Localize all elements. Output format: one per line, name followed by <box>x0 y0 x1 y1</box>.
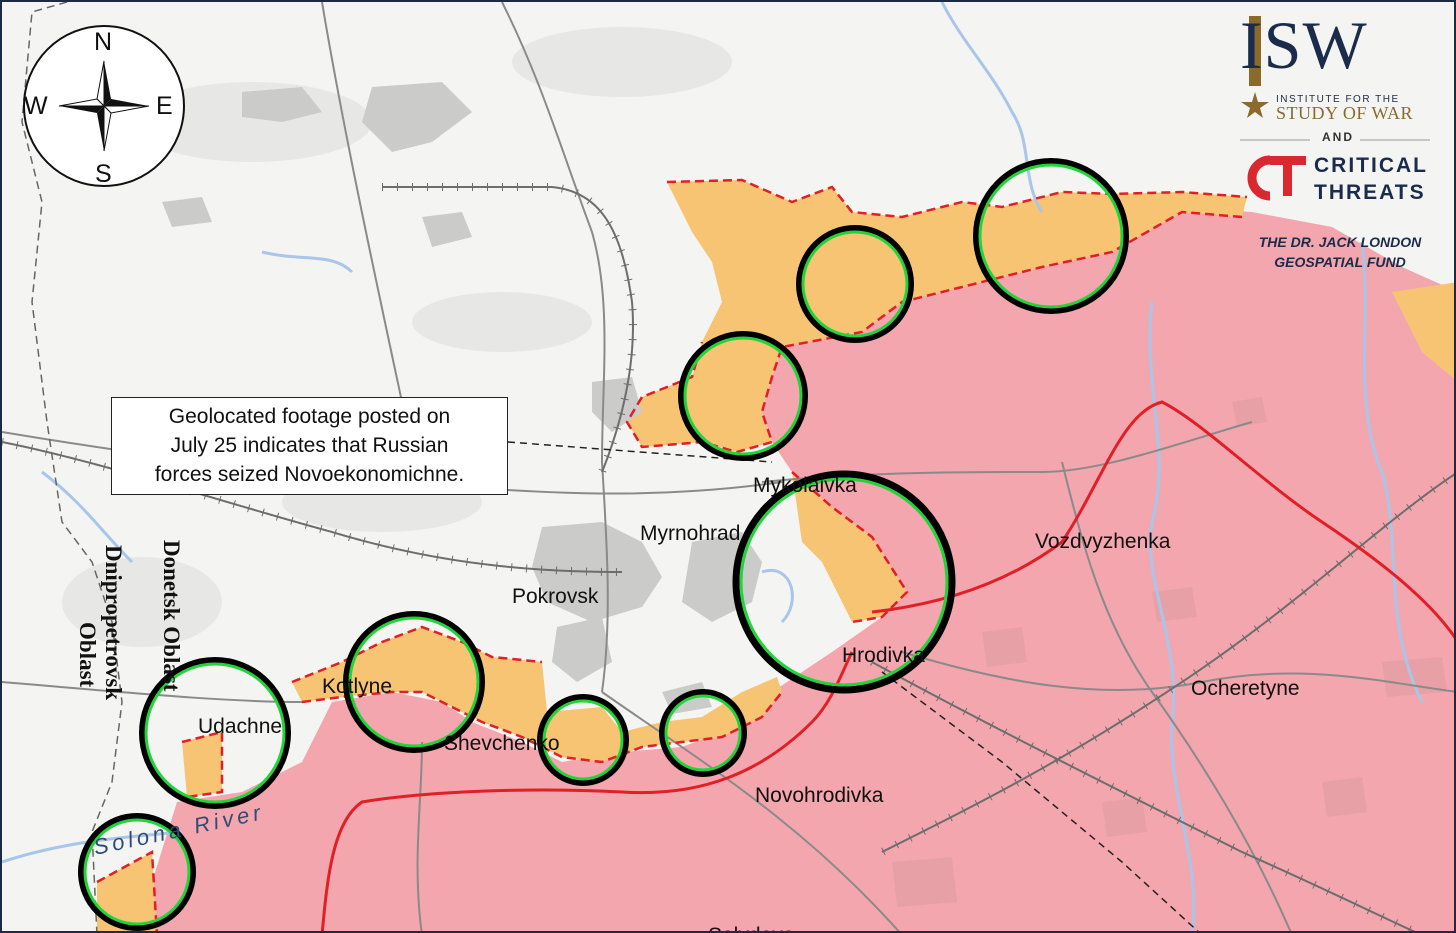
map-canvas: N S E W Geolocated footage posted on Jul… <box>0 0 1456 933</box>
ct-line-2: THREATS <box>1314 181 1426 204</box>
oblast-label-dnipropetrovsk-2: Oblast <box>75 622 100 688</box>
compass-rose: N S E W <box>14 24 194 194</box>
place-label-myrnohrad: Myrnohrad <box>640 522 741 545</box>
place-label-ocheretyne: Ocheretyne <box>1191 677 1300 700</box>
oblast-label-donetsk: Donetsk Oblast <box>159 540 184 692</box>
place-label-shevchenko: Shevchenko <box>444 732 560 755</box>
callout-line-2: July 25 indicates that Russian <box>170 434 449 457</box>
fund-line-1: THE DR. JACK LONDON <box>1258 234 1422 250</box>
place-label-kotlyne: Kotlyne <box>322 675 393 698</box>
place-label-vozdvyzhenka: Vozdvyzhenka <box>1035 530 1171 553</box>
place-label-selydove: Selydove <box>708 924 794 931</box>
oblast-label-dnipropetrovsk: Dnipropetrovsk <box>101 545 126 701</box>
ct-wordmark: CRITICAL THREATS <box>1314 152 1428 206</box>
compass-west: W <box>24 92 48 120</box>
compass-east: E <box>156 92 173 120</box>
logo-and-text: AND <box>1322 130 1354 144</box>
compass-north: N <box>94 28 113 56</box>
place-label-novohrodivka: Novohrodivka <box>755 784 884 807</box>
callout-box: Geolocated footage posted on July 25 ind… <box>111 397 508 495</box>
ct-line-1: CRITICAL <box>1314 154 1428 177</box>
isw-wordmark: ISW <box>1240 7 1368 83</box>
fund-credit: THE DR. JACK LONDON GEOSPATIAL FUND <box>1240 232 1440 272</box>
isw-subtitle-2: STUDY OF WAR <box>1276 103 1414 123</box>
place-label-udachne: Udachne <box>198 715 283 738</box>
callout-line-1: Geolocated footage posted on <box>168 405 451 428</box>
place-label-hrodivka: Hrodivka <box>842 644 925 667</box>
ct-logo-icon <box>1247 155 1306 201</box>
compass-south: S <box>95 160 112 188</box>
fund-line-2: GEOSPATIAL FUND <box>1274 254 1406 270</box>
place-label-pokrovsk: Pokrovsk <box>512 585 599 608</box>
place-label-mykolaivka: Mykolaivka <box>753 474 857 497</box>
callout-line-3: forces seized Novoekonomichne. <box>154 463 465 486</box>
